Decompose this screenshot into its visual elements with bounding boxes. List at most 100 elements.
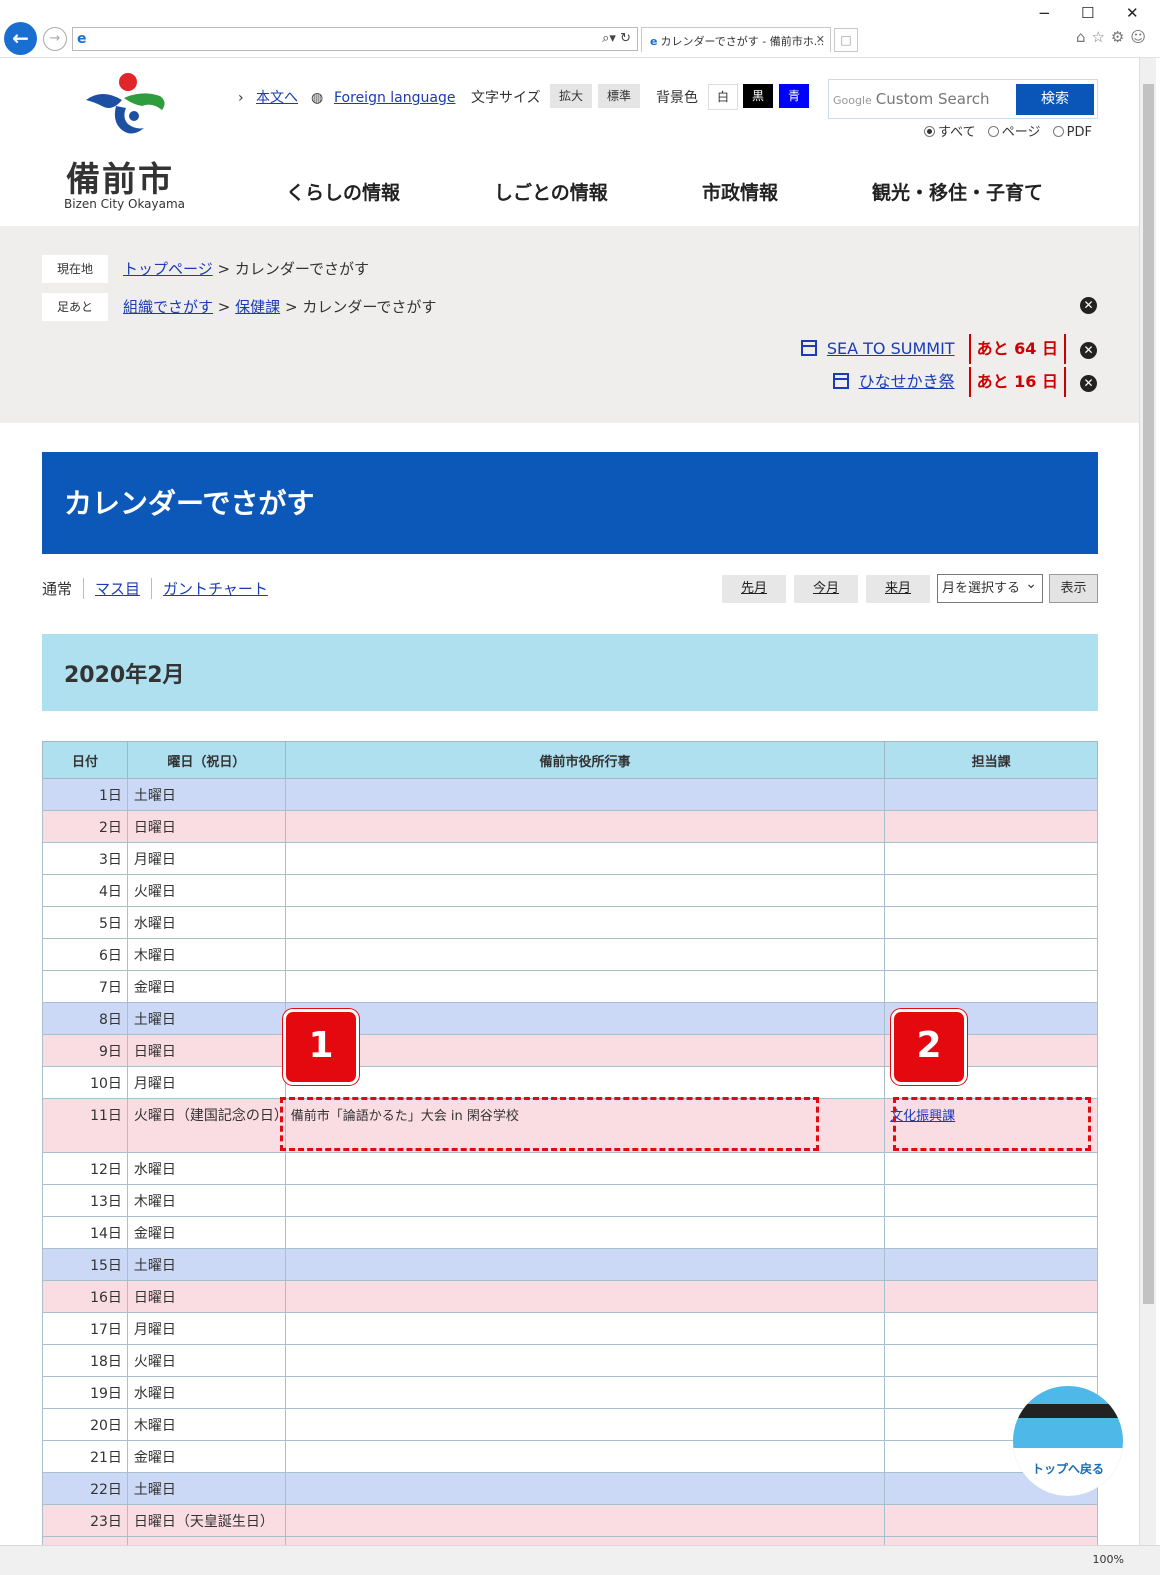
department-cell — [884, 906, 1098, 939]
font-size-label: 文字サイズ — [471, 90, 541, 106]
department-cell — [884, 1248, 1098, 1281]
site-search: Google Custom Search 検索 — [828, 79, 1098, 119]
address-bar[interactable]: e ⌕▾ ↻ — [72, 27, 638, 51]
toolbar-icons[interactable]: ⌂☆⚙☺ — [1076, 28, 1152, 46]
weekday-cell: 土曜日 — [126, 1248, 286, 1281]
event-cell — [284, 1408, 886, 1441]
current-location-label: 現在地 — [42, 255, 108, 283]
event-cell — [284, 874, 886, 907]
history-link-org[interactable]: 組織でさがす — [123, 298, 213, 316]
month-select[interactable]: 月を選択する — [937, 571, 1043, 603]
view-gantt-link[interactable]: ガントチャート — [151, 578, 279, 599]
countdown-close-icon[interactable]: ✕ — [1080, 375, 1097, 392]
month-heading: 2020年2月 — [42, 634, 1098, 711]
department-cell — [884, 1152, 1098, 1185]
page-viewport: 備前市 Bizen City Okayama › 本文へ ◍ Foreign l… — [0, 58, 1139, 1545]
col-department: 担当課 — [884, 741, 1098, 779]
back-to-top-button[interactable]: トップへ戻る — [1013, 1386, 1123, 1496]
event-cell — [284, 1376, 886, 1409]
minimize-button[interactable]: − — [1038, 4, 1051, 22]
prev-month-button[interactable]: 先月 — [722, 575, 786, 603]
font-size-large-button[interactable]: 拡大 — [550, 84, 592, 112]
bg-white-button[interactable]: 白 — [708, 84, 738, 112]
nav-living[interactable]: くらしの情報 — [286, 178, 400, 205]
scope-all-radio[interactable]: すべて — [924, 125, 976, 140]
table-row: 20日 木曜日 — [42, 1408, 1098, 1441]
bg-blue-button[interactable]: 青 — [779, 84, 809, 112]
weekday-cell: 月曜日 — [126, 842, 286, 875]
calendar-icon — [832, 373, 849, 389]
date-cell: 12日 — [42, 1152, 128, 1185]
scope-page-radio[interactable]: ページ — [987, 125, 1040, 140]
search-scope: すべて ページ PDF — [924, 121, 1092, 140]
logo-name: 備前市 — [66, 160, 174, 200]
history-close-icon[interactable]: ✕ — [1080, 297, 1097, 314]
history-trail: 組織でさがす > 保健課 > カレンダーでさがす — [123, 298, 437, 316]
show-button[interactable]: 表示 — [1049, 574, 1098, 603]
table-row: 17日 月曜日 — [42, 1312, 1098, 1345]
vertical-scrollbar[interactable] — [1139, 58, 1156, 1545]
ie-icon: e — [650, 35, 658, 48]
weekday-cell — [126, 1536, 286, 1545]
date-cell: 13日 — [42, 1184, 128, 1217]
new-tab-button[interactable]: □ — [834, 28, 858, 52]
browser-tab[interactable]: e カレンダーでさがす - 備前市ホ... ✕ — [641, 27, 831, 52]
font-size-normal-button[interactable]: 標準 — [598, 84, 640, 112]
view-switcher: 通常 マス目 ガントチャート — [42, 578, 279, 599]
countdown-close-icon[interactable]: ✕ — [1080, 342, 1097, 359]
search-button[interactable]: 検索 — [1016, 84, 1094, 115]
site-logo[interactable]: 備前市 Bizen City Okayama — [62, 72, 192, 211]
scrollbar-thumb[interactable] — [1143, 84, 1154, 1304]
countdown-sea-to-summit: SEA TO SUMMIT あと 64 日 — [800, 334, 1066, 364]
date-cell: 5日 — [42, 906, 128, 939]
event-cell — [284, 1472, 886, 1505]
this-month-button[interactable]: 今月 — [794, 575, 858, 603]
department-cell — [884, 1184, 1098, 1217]
search-refresh-icons[interactable]: ⌕▾ ↻ — [602, 31, 631, 46]
back-to-top-label: トップへ戻る — [1031, 1462, 1104, 1476]
forward-button[interactable]: → — [43, 27, 67, 51]
weekday-cell: 月曜日 — [126, 1066, 286, 1099]
weekday-cell: 火曜日（建国記念の日） — [126, 1098, 288, 1153]
sunglasses-icon — [1013, 1404, 1123, 1418]
browser-chrome: − ☐ ✕ ← → e ⌕▾ ↻ e カレンダーでさがす - 備前市ホ... ✕ … — [0, 0, 1160, 58]
bg-black-button[interactable]: 黒 — [743, 84, 773, 112]
countdown-remaining: あと 64 日 — [968, 334, 1066, 364]
skip-to-content-link[interactable]: 本文へ — [256, 86, 298, 110]
foreign-language-link[interactable]: Foreign language — [334, 86, 455, 110]
event-cell — [284, 1066, 886, 1099]
nav-city-admin[interactable]: 市政情報 — [702, 178, 778, 205]
back-button[interactable]: ← — [4, 22, 37, 55]
search-input[interactable]: Google Custom Search — [831, 84, 1011, 114]
tab-close-icon[interactable]: ✕ — [816, 33, 825, 46]
countdown-remaining: あと 16 日 — [968, 367, 1066, 397]
department-cell — [884, 842, 1098, 875]
zoom-level[interactable]: 100% — [1093, 1553, 1124, 1566]
weekday-cell: 日曜日 — [126, 1280, 286, 1313]
table-row: 6日 木曜日 — [42, 938, 1098, 971]
countdown-link[interactable]: SEA TO SUMMIT — [827, 339, 955, 358]
date-cell: 1日 — [42, 778, 128, 811]
table-row: 22日 土曜日 — [42, 1472, 1098, 1505]
nav-business[interactable]: しごとの情報 — [494, 178, 608, 205]
countdown-link[interactable]: ひなせかき祭 — [859, 372, 955, 391]
event-cell — [284, 778, 886, 811]
close-window-button[interactable]: ✕ — [1126, 4, 1139, 22]
weekday-cell: 土曜日 — [126, 778, 286, 811]
history-link-health[interactable]: 保健課 — [235, 298, 280, 316]
table-row: 3日 月曜日 — [42, 842, 1098, 875]
col-date: 日付 — [42, 741, 128, 779]
weekday-cell: 火曜日 — [126, 874, 286, 907]
table-row: 7日 金曜日 — [42, 970, 1098, 1003]
department-cell — [884, 1504, 1098, 1537]
event-cell — [284, 842, 886, 875]
next-month-button[interactable]: 来月 — [866, 575, 930, 603]
history-label: 足あと — [42, 293, 108, 321]
breadcrumb-top-link[interactable]: トップページ — [123, 260, 213, 278]
view-grid-link[interactable]: マス目 — [83, 578, 151, 599]
date-cell: 23日 — [42, 1504, 128, 1537]
scope-pdf-radio[interactable]: PDF — [1052, 125, 1092, 140]
maximize-button[interactable]: ☐ — [1081, 4, 1094, 22]
annotation-event-highlight — [280, 1097, 819, 1151]
nav-tourism[interactable]: 観光・移住・子育て — [872, 178, 1043, 205]
